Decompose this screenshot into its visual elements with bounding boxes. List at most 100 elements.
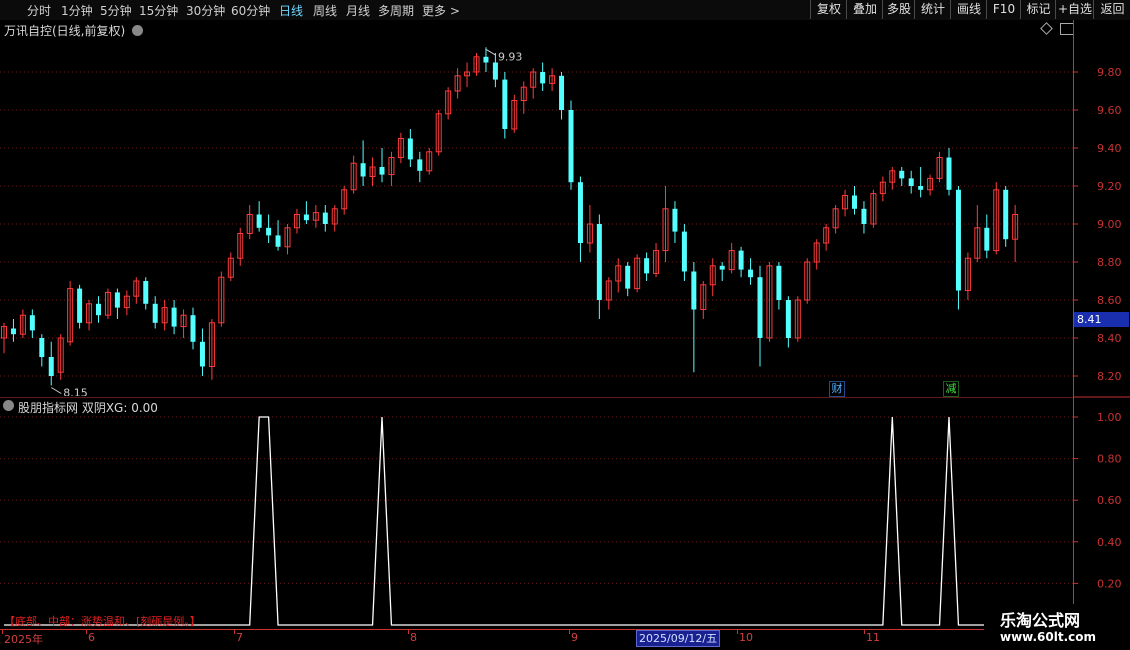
toolbar-button-0[interactable]: 复权 [810, 0, 847, 19]
candle-body [672, 208, 678, 232]
candle [530, 68, 537, 99]
candle-body [899, 170, 905, 179]
candle [549, 68, 556, 91]
candle [861, 201, 867, 234]
candle [605, 277, 612, 310]
date-tick [569, 629, 570, 634]
candle [1003, 186, 1009, 247]
candle [388, 151, 395, 186]
watermark-url: www.60lt.com [1000, 630, 1097, 644]
diamond-icon[interactable] [1040, 22, 1053, 35]
period-tab-3[interactable]: 15分钟 [139, 2, 178, 19]
candle [559, 72, 565, 120]
candle-body [256, 214, 262, 228]
date-axis: 2025年 6 7 8 9 10 11 [0, 629, 1130, 650]
candle [426, 148, 433, 175]
candle [114, 288, 120, 319]
candle [946, 148, 952, 196]
low-pointer [50, 387, 62, 394]
candle [568, 100, 574, 190]
candle [1, 322, 7, 354]
toolbar-button-3[interactable]: 统计 [914, 0, 951, 19]
candle [266, 214, 272, 243]
date-label: 8 [410, 631, 417, 644]
high-label: 9.93 [498, 50, 523, 63]
candle [331, 205, 338, 232]
indicator-chart[interactable] [0, 397, 1073, 629]
toolbar-button-7[interactable]: +自选 [1055, 0, 1094, 19]
candle [794, 296, 801, 342]
period-tab-5[interactable]: 60分钟 [231, 2, 270, 19]
candle [653, 243, 660, 278]
candle-body [143, 281, 149, 304]
candle-body [852, 195, 857, 209]
toolbar-button-6[interactable]: 标记 [1020, 0, 1056, 19]
price-chart[interactable]: 9.93 8.15 [0, 36, 1073, 396]
date-label: 11 [866, 631, 880, 644]
candle-body [719, 265, 725, 270]
period-tab-2[interactable]: 5分钟 [100, 2, 132, 19]
toolbar-button-4[interactable]: 画线 [950, 0, 987, 19]
candle [984, 214, 990, 259]
candle-body [540, 72, 546, 84]
candle [464, 62, 471, 88]
candle-body [266, 227, 272, 236]
candle [681, 224, 687, 281]
period-tab-7[interactable]: 周线 [313, 2, 337, 19]
candle [237, 227, 244, 266]
earnings-event-badge[interactable]: 财 [829, 381, 845, 397]
candle [955, 186, 961, 310]
candle [312, 205, 319, 228]
candle [143, 277, 149, 310]
candle [48, 341, 54, 386]
candle-body [625, 265, 631, 289]
candle-body [360, 163, 366, 177]
candle-body [1003, 189, 1009, 240]
candle [152, 296, 158, 329]
candle [275, 220, 281, 251]
candle-body [483, 56, 489, 63]
low-label: 8.15 [63, 387, 88, 397]
candle [171, 300, 177, 335]
date-axis-line [0, 629, 1073, 630]
candle [161, 300, 168, 331]
candle [190, 307, 196, 350]
reduction-event-badge[interactable]: 减 [943, 381, 959, 397]
period-tab-9[interactable]: 多周期 [378, 2, 414, 19]
period-tab-4[interactable]: 30分钟 [186, 2, 225, 19]
candle-body [417, 159, 423, 171]
candle-body [114, 292, 120, 308]
candle-body [559, 75, 565, 110]
date-tick [86, 629, 87, 634]
candle [303, 201, 309, 224]
candle-body [379, 167, 385, 175]
toolbar-button-1[interactable]: 叠加 [846, 0, 883, 19]
candle [227, 252, 234, 281]
period-tab-10[interactable]: 更多 > [422, 2, 460, 19]
chevron-down-icon[interactable] [132, 25, 144, 36]
candle [918, 167, 924, 198]
candle [823, 224, 830, 251]
candle-body [644, 258, 650, 274]
tick-label: 0.20 [1097, 577, 1122, 590]
period-tab-6[interactable]: 日线 [279, 2, 303, 19]
candle-body [322, 212, 328, 224]
candle-body [785, 300, 791, 338]
candle [870, 189, 877, 228]
toolbar-button-5[interactable]: F10 [986, 0, 1021, 19]
candle-body [48, 357, 54, 376]
toolbar-button-8[interactable]: 返回 [1093, 0, 1130, 19]
period-tab-0[interactable]: 分时 [27, 2, 51, 19]
candle [577, 176, 583, 262]
candle [879, 176, 886, 202]
period-tab-1[interactable]: 1分钟 [61, 2, 93, 19]
candle-body [171, 307, 177, 327]
tick-label: 9.80 [1097, 66, 1122, 79]
candle [540, 62, 546, 91]
candle-body [152, 303, 158, 323]
toolbar-button-2[interactable]: 多股 [882, 0, 915, 19]
candle [322, 205, 328, 232]
candle [738, 246, 744, 278]
layout-icon[interactable] [1060, 23, 1074, 35]
period-tab-8[interactable]: 月线 [346, 2, 370, 19]
